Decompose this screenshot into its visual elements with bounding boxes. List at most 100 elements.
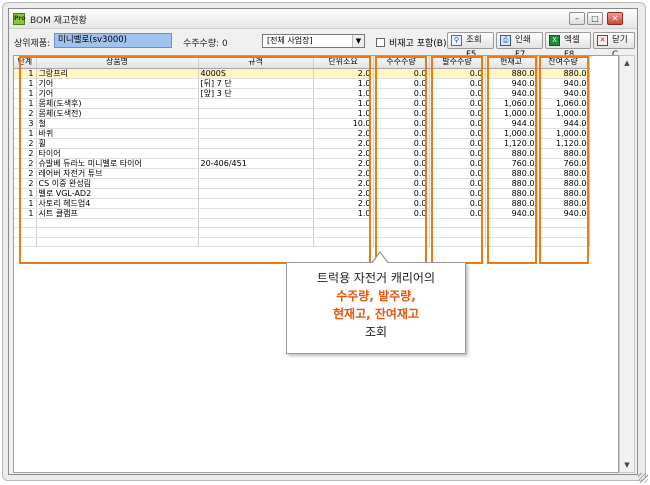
product-input[interactable]: 미니벨로(sv3000) [54,33,172,48]
table-cell: 슈발베 듀라노 미니벨로 타이어 [36,158,199,169]
column-header[interactable]: 단계 [14,56,37,69]
table-cell [313,237,374,248]
column-header[interactable]: 발주수량 [429,56,486,69]
table-cell: 2.0 [313,168,374,179]
bom-table: 단계 상품명 규격 단위소요 수주수량 발주수량 현재고 잔여수량 1 그랑프리 4… [14,56,590,248]
table-cell [429,237,486,248]
table-cell: [앞] 3 단 [198,88,314,99]
table-cell: 1,000.0 [537,108,590,119]
table-row[interactable]: 1 그랑프리 4000S 2.0 0.0 0.0 880.0 880.0 [14,68,590,79]
close-window-button[interactable]: ✕ [607,12,623,25]
business-select-value: [전체 사업장] [267,36,313,45]
table-cell: 0.0 [429,118,486,129]
table-cell: 880.0 [485,178,538,189]
table-row[interactable]: 1 벨로 VGL-AD2 2.0 0.0 0.0 880.0 880.0 [14,188,590,199]
table-cell: 1,000.0 [537,128,590,139]
table-cell: 2 [14,178,37,189]
table-cell: 2.0 [313,198,374,209]
column-header[interactable]: 상품명 [36,56,199,69]
table-row-empty[interactable] [14,227,590,238]
scroll-down-icon[interactable]: ▼ [620,458,634,472]
table-row[interactable]: 1 기어 [뒤] 7 단 1.0 0.0 0.0 940.0 940.0 [14,78,590,89]
table-row-empty[interactable] [14,218,590,229]
minimize-button[interactable]: – [569,12,585,25]
business-select[interactable]: [전체 사업장] ▼ [262,34,365,48]
scroll-up-icon[interactable]: ▲ [620,56,634,70]
table-cell: 880.0 [485,188,538,199]
table-row[interactable]: 1 바퀴 2.0 0.0 0.0 1,000.0 1,000.0 [14,128,590,139]
search-icon: ⚲ [451,35,462,46]
callout-line-1: 트럭용 자전거 캐리어의 [316,271,436,285]
table-cell: 타이어 [36,148,199,159]
table-row[interactable]: 3 철 10.0 0.0 0.0 944.0 944.0 [14,118,590,129]
column-header[interactable]: 단위소요 [313,56,374,69]
table-cell: 2.0 [313,68,374,79]
table-cell: 0.0 [373,118,430,129]
restore-button[interactable]: □ [587,12,603,25]
callout-line-4: 조회 [364,325,388,339]
table-row[interactable]: 2 휠 2.0 0.0 0.0 1,120.0 1,120.0 [14,138,590,149]
table-cell: 1,060.0 [537,98,590,109]
column-header[interactable]: 잔여수량 [537,56,590,69]
table-row[interactable]: 2 타이어 2.0 0.0 0.0 880.0 880.0 [14,148,590,159]
chevron-down-icon[interactable]: ▼ [352,35,364,47]
close-button[interactable]: ✕닫기 C [593,32,635,60]
table-cell: 0.0 [373,138,430,149]
table-cell: 2 [14,158,37,169]
table-row-empty[interactable] [14,237,590,248]
table-cell: 0.0 [373,148,430,159]
column-header[interactable]: 수주수량 [373,56,430,69]
table-cell: 944.0 [485,118,538,129]
table-cell: 사토리 헤드업4 [36,198,199,209]
column-header[interactable]: 현재고 [485,56,538,69]
title-bar: Pro BOM 재고현황 – □ ✕ [9,9,637,29]
table-cell: 휠 [36,138,199,149]
table-cell [198,98,314,109]
table-cell: 940.0 [537,78,590,89]
table-cell: 바퀴 [36,128,199,139]
table-cell: 1.0 [313,98,374,109]
table-cell: 0.0 [429,208,486,219]
table-row[interactable]: 2 몸체(도색전) 1.0 0.0 0.0 1,000.0 1,000.0 [14,108,590,119]
column-header[interactable]: 규격 [198,56,314,69]
table-cell [198,208,314,219]
table-cell [313,227,374,238]
table-cell: 몸체(도색후) [36,98,199,109]
table-cell: 3 [14,118,37,129]
include-nonstock-checkbox[interactable]: 비재고 포함(B) [376,36,446,49]
checkbox-icon[interactable] [376,38,385,47]
vertical-scrollbar[interactable]: ▲ ▼ [619,55,635,473]
excel-icon: X [549,35,560,46]
table-row[interactable]: 2 레어버 자전거 튜브 2.0 0.0 0.0 880.0 880.0 [14,168,590,179]
table-cell [36,218,199,229]
table-cell: 0.0 [429,68,486,79]
app-icon: Pro [13,13,25,25]
table-row[interactable]: 2 슈발베 듀라노 미니벨로 타이어 20-406/451 2.0 0.0 0.0 760.… [14,158,590,169]
table-cell: 시트 클램프 [36,208,199,219]
table-cell: 0.0 [373,128,430,139]
table-cell: 0.0 [373,78,430,89]
table-cell [198,108,314,119]
table-row[interactable]: 1 몸체(도색후) 1.0 0.0 0.0 1,060.0 1,060.0 [14,98,590,109]
table-cell: 2 [14,148,37,159]
search-button[interactable]: ⚲조회 F5 [447,32,494,60]
table-cell: 1,000.0 [485,128,538,139]
table-row[interactable]: 1 기어 [앞] 3 단 1.0 0.0 0.0 940.0 940.0 [14,88,590,99]
table-cell: 0.0 [373,208,430,219]
table-cell [537,237,590,248]
table-cell: 1.0 [313,78,374,89]
table-cell [198,188,314,199]
resize-grip[interactable] [638,473,648,483]
table-row[interactable]: 1 사토리 헤드업4 2.0 0.0 0.0 880.0 880.0 [14,198,590,209]
table-cell: 10.0 [313,118,374,129]
table-cell: 2 [14,138,37,149]
table-row[interactable]: 2 CS 이중 완성림 2.0 0.0 0.0 880.0 880.0 [14,178,590,189]
table-cell: 1 [14,98,37,109]
print-button[interactable]: ⎙인쇄 F7 [496,32,543,60]
excel-button[interactable]: X엑셀 F8 [545,32,591,60]
table-cell: 0.0 [429,98,486,109]
table-row[interactable]: 1 시트 클램프 1.0 0.0 0.0 940.0 940.0 [14,208,590,219]
table-cell [537,227,590,238]
table-cell: 880.0 [537,168,590,179]
table-cell: 1.0 [313,108,374,119]
